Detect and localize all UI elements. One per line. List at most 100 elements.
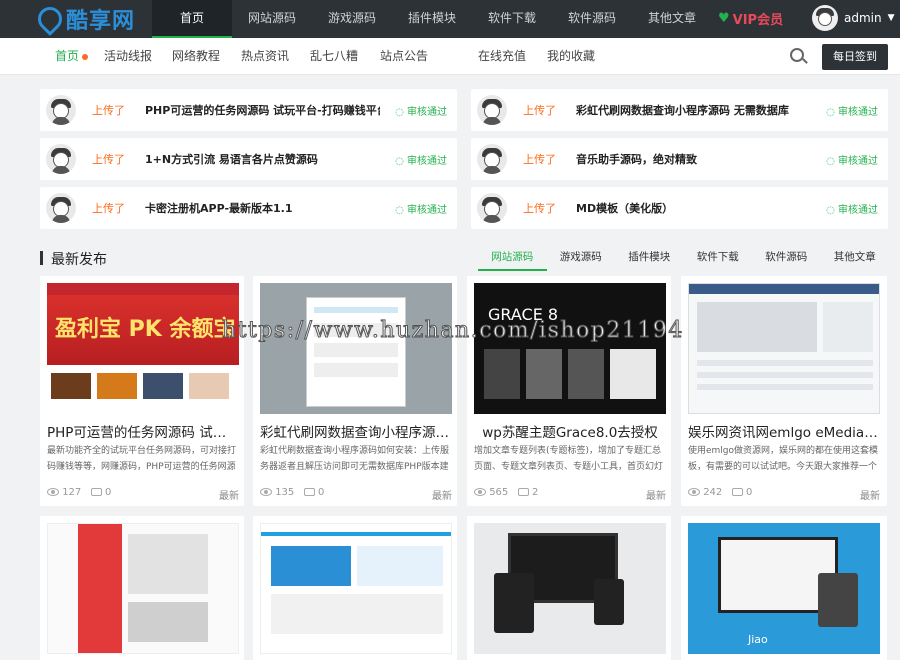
avatar bbox=[46, 144, 76, 174]
product-card[interactable]: GRACE 8 wp苏醒主题Grace8.0去授权 增加文章专题列表(专题标签)… bbox=[467, 276, 671, 506]
upload-item[interactable]: 上传了 彩虹代刷网数据查询小程序源码 无需数据库 ◌ 审核通过 bbox=[471, 89, 888, 131]
daily-checkin-button[interactable]: 每日签到 bbox=[822, 44, 888, 70]
subnav-item-deals[interactable]: 活动线报 bbox=[104, 38, 152, 75]
product-thumbnail[interactable] bbox=[260, 523, 452, 654]
nav-item-game-source[interactable]: 游戏源码 bbox=[312, 0, 392, 38]
product-meta: 135 0 最新 bbox=[260, 487, 452, 502]
status-badge: ◌ 审核通过 bbox=[826, 156, 878, 167]
upload-title[interactable]: PHP可运营的任务网源码 试玩平台-打码赚钱平台... bbox=[145, 102, 380, 118]
view-count: 127 bbox=[62, 487, 82, 498]
eye-icon bbox=[474, 488, 486, 496]
product-thumbnail[interactable] bbox=[474, 523, 666, 654]
eye-icon bbox=[260, 488, 272, 496]
upload-item[interactable]: 上传了 1+N方式引流 易语言各片点赞源码 ◌ 审核通过 bbox=[40, 138, 457, 180]
product-card[interactable]: 彩虹代刷网数据查询小程序源码 无需数据库 彩虹代刷数据查询小程序源码如何安装：上… bbox=[253, 276, 457, 506]
comment-count: 0 bbox=[318, 487, 325, 498]
product-thumbnail[interactable]: Jiao bbox=[688, 523, 880, 654]
nav-item-other-articles[interactable]: 其他文章 bbox=[632, 0, 712, 38]
comment-icon bbox=[731, 488, 743, 496]
upload-title[interactable]: 音乐助手源码，绝对精致 bbox=[576, 151, 811, 167]
notification-dot bbox=[82, 54, 88, 60]
subnav-item-hot-news[interactable]: 热点资讯 bbox=[241, 38, 289, 75]
thumbnail-banner-text: Jiao bbox=[748, 633, 768, 646]
product-thumbnail[interactable]: GRACE 8 bbox=[474, 283, 666, 414]
nav-item-software-download[interactable]: 软件下载 bbox=[472, 0, 552, 38]
product-description: 最新功能齐全的试玩平台任务网源码，可对接打码赚钱等等，网赚源码，PHP可运营的任… bbox=[47, 446, 237, 472]
tab-software-download[interactable]: 软件下载 bbox=[684, 243, 753, 271]
nav-item-website-source[interactable]: 网站源码 bbox=[232, 0, 312, 38]
product-card[interactable]: 娱乐网资讯网emlgo eMedia媒体主题 使用emlgo做资源网，娱乐网的都… bbox=[681, 276, 887, 506]
upload-action: 上传了 bbox=[523, 202, 556, 215]
product-thumbnail[interactable]: 盈利宝 PK 余额宝 bbox=[47, 283, 239, 414]
comment-icon bbox=[303, 488, 315, 496]
nav-item-software-source[interactable]: 软件源码 bbox=[552, 0, 632, 38]
subnav-item-announcements[interactable]: 站点公告 bbox=[380, 38, 428, 75]
product-thumbnail[interactable] bbox=[688, 283, 880, 414]
subnav-item-favorites[interactable]: 我的收藏 bbox=[547, 38, 595, 75]
vip-link[interactable]: ♥ VIP会员 bbox=[718, 9, 783, 28]
product-thumbnail[interactable] bbox=[260, 283, 452, 414]
view-count: 565 bbox=[489, 487, 509, 498]
product-card[interactable] bbox=[40, 516, 244, 660]
product-card[interactable] bbox=[467, 516, 671, 660]
upload-title[interactable]: 彩虹代刷网数据查询小程序源码 无需数据库 bbox=[576, 102, 811, 118]
user-name: admin bbox=[844, 11, 882, 25]
chevron-down-icon: ▼ bbox=[887, 13, 895, 23]
upload-title[interactable]: 1+N方式引流 易语言各片点赞源码 bbox=[145, 151, 380, 167]
product-title[interactable]: PHP可运营的任务网源码 试玩平台-打码赚钱平台 bbox=[47, 421, 239, 441]
subnav-item-recharge[interactable]: 在线充值 bbox=[478, 38, 526, 75]
product-title[interactable]: 彩虹代刷网数据查询小程序源码 无需数据库 bbox=[260, 421, 452, 441]
upload-item[interactable]: 上传了 卡密注册机APP-最新版本1.1 ◌ 审核通过 bbox=[40, 187, 457, 229]
upload-item[interactable]: 上传了 PHP可运营的任务网源码 试玩平台-打码赚钱平台... ◌ 审核通过 bbox=[40, 89, 457, 131]
status-badge: ◌ 审核通过 bbox=[395, 205, 447, 216]
product-title[interactable]: 娱乐网资讯网emlgo eMedia媒体主题 bbox=[688, 421, 880, 441]
new-tag: 最新 bbox=[646, 491, 666, 502]
comment-icon bbox=[90, 488, 102, 496]
view-count: 242 bbox=[703, 487, 723, 498]
thumbnail-banner-text: 盈利宝 PK 余额宝 bbox=[55, 317, 236, 342]
nav-item-plugins[interactable]: 插件模块 bbox=[392, 0, 472, 38]
upload-item[interactable]: 上传了 MD模板（美化版） ◌ 审核通过 bbox=[471, 187, 888, 229]
user-menu[interactable]: admin ▼ bbox=[812, 5, 895, 31]
main-nav: 首页 网站源码 游戏源码 插件模块 软件下载 软件源码 其他文章 bbox=[152, 0, 712, 38]
avatar bbox=[477, 95, 507, 125]
new-tag: 最新 bbox=[432, 491, 452, 502]
site-logo[interactable]: 酷享网 bbox=[33, 2, 135, 36]
subnav-item-misc[interactable]: 乱七八糟 bbox=[310, 38, 358, 75]
tab-game-source[interactable]: 游戏源码 bbox=[547, 243, 616, 271]
product-thumbnail[interactable] bbox=[47, 523, 239, 654]
tab-other-articles[interactable]: 其他文章 bbox=[821, 243, 890, 271]
upload-action: 上传了 bbox=[92, 104, 125, 117]
upload-action: 上传了 bbox=[92, 153, 125, 166]
upload-action: 上传了 bbox=[523, 104, 556, 117]
product-title[interactable]: wp苏醒主题Grace8.0去授权 bbox=[474, 421, 666, 441]
avatar bbox=[812, 5, 838, 31]
product-description: 彩虹代刷数据查询小程序源码如何安装：上传服务器返者且解压访问即可无需数据库PHP… bbox=[260, 446, 450, 472]
comment-count: 0 bbox=[746, 487, 753, 498]
new-tag: 最新 bbox=[219, 491, 239, 502]
search-icon[interactable] bbox=[790, 48, 804, 62]
comment-count: 0 bbox=[105, 487, 112, 498]
subnav-item-tutorials[interactable]: 网络教程 bbox=[172, 38, 220, 75]
tab-software-source[interactable]: 软件源码 bbox=[752, 243, 821, 271]
view-count: 135 bbox=[275, 487, 295, 498]
avatar bbox=[46, 193, 76, 223]
product-card[interactable]: 盈利宝 PK 余额宝 PHP可运营的任务网源码 试玩平台-打码赚钱平台 最新功能… bbox=[40, 276, 244, 506]
upload-title[interactable]: MD模板（美化版） bbox=[576, 200, 811, 216]
tab-plugins[interactable]: 插件模块 bbox=[615, 243, 684, 271]
tab-website-source[interactable]: 网站源码 bbox=[478, 243, 547, 271]
upload-action: 上传了 bbox=[523, 153, 556, 166]
subnav-item-home[interactable]: 首页 bbox=[55, 38, 79, 75]
product-description: 增加文章专题列表(专题标签)，增加了专题汇总页面、专题文章列表页、专题小工具，首… bbox=[474, 446, 664, 472]
product-meta: 242 0 最新 bbox=[688, 487, 880, 502]
nav-item-home[interactable]: 首页 bbox=[152, 0, 232, 38]
comment-icon bbox=[517, 488, 529, 496]
section-title: 最新发布 bbox=[51, 252, 107, 268]
upload-item[interactable]: 上传了 音乐助手源码，绝对精致 ◌ 审核通过 bbox=[471, 138, 888, 180]
product-card[interactable] bbox=[253, 516, 457, 660]
upload-title[interactable]: 卡密注册机APP-最新版本1.1 bbox=[145, 200, 380, 216]
top-navbar: 酷享网 首页 网站源码 游戏源码 插件模块 软件下载 软件源码 其他文章 ♥ V… bbox=[0, 0, 900, 38]
status-badge: ◌ 审核通过 bbox=[826, 205, 878, 216]
product-card[interactable]: Jiao bbox=[681, 516, 887, 660]
status-badge: ◌ 审核通过 bbox=[826, 107, 878, 118]
